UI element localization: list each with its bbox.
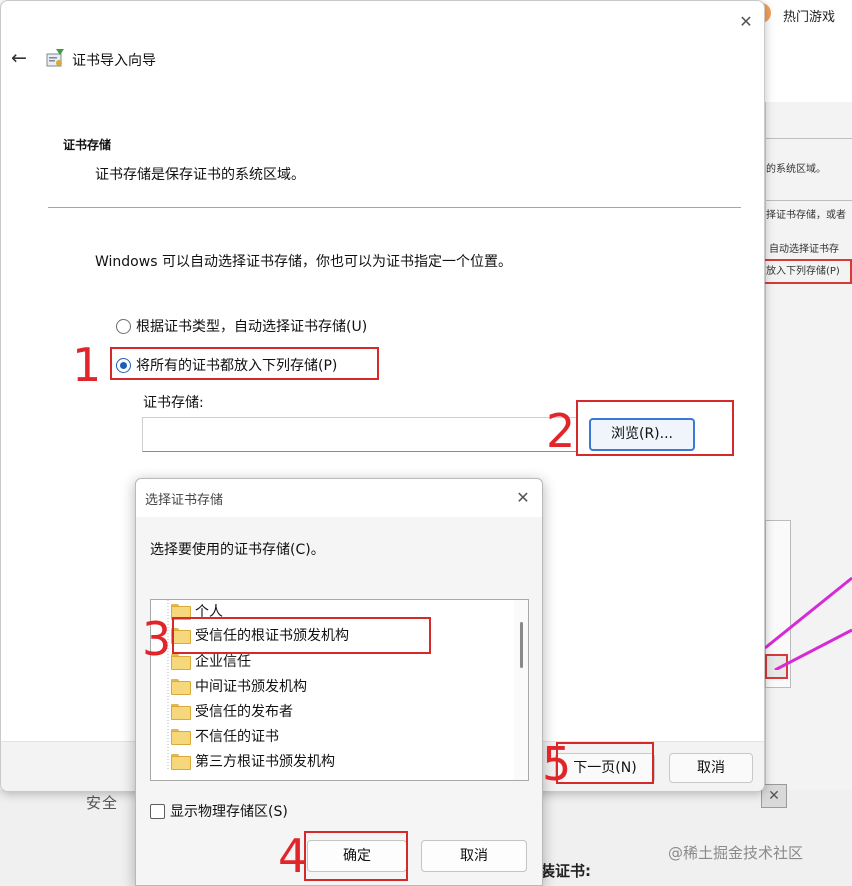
wizard-title: 证书导入向导 [72,53,156,69]
certificate-store-field[interactable] [142,417,577,452]
tree-item-label[interactable]: 企业信任 [195,651,251,671]
tree-scrollbar[interactable] [514,600,528,780]
annotation-box-3 [172,617,431,654]
header-divider [48,207,741,208]
tree-item[interactable]: 中间证书颁发机构 [171,674,307,698]
show-physical-checkbox[interactable] [150,803,165,819]
annotation-box-1 [110,347,379,380]
background-close-icon[interactable]: ✕ [761,784,787,808]
show-physical-label[interactable]: 显示物理存储区(S) [170,801,288,821]
background-text-line: 自动选择证书存 [769,244,839,255]
cancel-button[interactable]: 取消 [669,753,753,783]
hot-games-tab[interactable]: 热门游戏 [783,6,835,25]
radio-auto-button[interactable] [116,318,131,334]
close-icon[interactable]: ✕ [735,11,757,33]
background-text-line: 择证书存储，或者 [766,210,846,221]
scrollbar-thumb[interactable] [520,622,523,668]
background-magenta-lines [765,576,852,670]
tree-item-label[interactable]: 受信任的发布者 [195,701,293,721]
annotation-box-2 [576,400,734,456]
tree-item[interactable]: 受信任的发布者 [171,699,293,723]
store-description: Windows 可以自动选择证书存储，你也可以为证书指定一个位置。 [95,254,512,270]
certificate-store-label: 证书存储: [143,395,204,411]
background-divider [766,138,852,139]
section-subtitle: 证书存储是保存证书的系统区域。 [95,167,305,183]
tree-item-label[interactable]: 第三方根证书颁发机构 [195,751,335,771]
dialog-close-icon[interactable]: ✕ [512,487,534,509]
annotation-number-5: 5 [542,737,572,791]
background-annotation-box [762,259,852,284]
certificate-wizard-icon [46,49,64,67]
folder-icon [171,704,191,720]
dialog-cancel-button[interactable]: 取消 [421,840,527,872]
folder-icon [171,729,191,745]
radio-auto-label[interactable]: 根据证书类型，自动选择证书存储(U) [136,316,367,336]
folder-icon [171,654,191,670]
annotation-number-4: 4 [278,829,308,883]
tree-item-label[interactable]: 不信任的证书 [195,726,279,746]
annotation-number-1: 1 [72,338,102,392]
back-arrow-icon[interactable]: ← [8,47,30,69]
tree-item[interactable]: 不信任的证书 [171,724,279,748]
folder-icon [171,679,191,695]
folder-icon [171,754,191,770]
tree-item[interactable]: 第三方根证书颁发机构 [171,749,335,773]
radio-auto-select[interactable]: 根据证书类型，自动选择证书存储(U) [116,316,367,336]
annotation-number-3: 3 [142,612,172,666]
dialog-title-bar: 选择证书存储 ✕ [136,479,542,517]
background-wizard-panel: 的系统区域。 择证书存储，或者 自动选择证书存 放入下列存储(P) [765,102,852,886]
dialog-title: 选择证书存储 [145,493,224,508]
select-certificate-store-dialog: 选择证书存储 ✕ 选择要使用的证书存储(C)。 个人 受信任的根证书颁发机构 企… [135,478,543,886]
section-title: 证书存储 [63,138,112,152]
background-install-label: 装证书: [540,862,591,880]
annotation-number-2: 2 [546,404,576,458]
dialog-prompt: 选择要使用的证书存储(C)。 [150,542,325,558]
background-security-heading: 安全 [86,794,119,812]
watermark: @稀土掘金技术社区 [668,844,804,862]
background-text-line: 的系统区域。 [766,164,826,175]
tree-item-label[interactable]: 中间证书颁发机构 [195,676,307,696]
show-physical-stores[interactable]: 显示物理存储区(S) [150,801,288,821]
folder-icon [171,604,191,620]
background-divider [766,200,852,201]
annotation-box-4 [304,831,408,881]
